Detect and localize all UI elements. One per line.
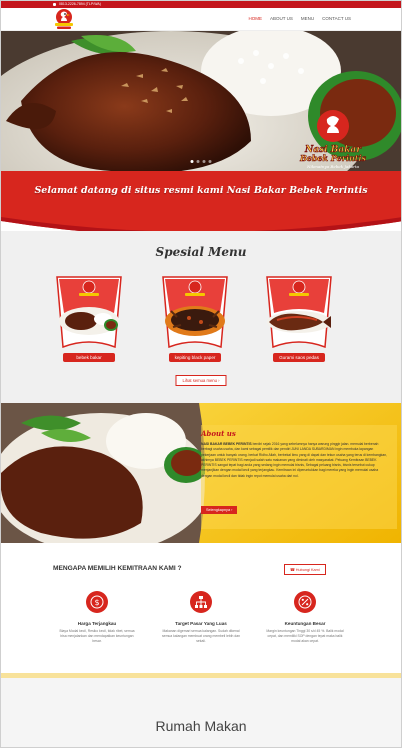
brand-logo[interactable] bbox=[53, 9, 75, 30]
see-all-label: Lihat semua menu bbox=[182, 378, 217, 383]
menu-card-kepiting-black-paper[interactable]: kepiting black paper bbox=[159, 273, 231, 363]
menu-label: bebek bakar bbox=[63, 353, 115, 362]
nav-about-us[interactable]: ABOUT US bbox=[270, 16, 293, 21]
why-section: MENGAPA MEMILIH KEMITRAAN KAMI ? ☎ Hubun… bbox=[1, 543, 401, 677]
read-more-button[interactable]: Selengkapnya › bbox=[201, 506, 238, 514]
special-menu-section: Spesial Menu bebek bakar kepiting black … bbox=[1, 231, 401, 403]
see-all-menu-button[interactable]: Lihat semua menu › bbox=[175, 375, 227, 386]
about-text: berdiri sejak 2016 yang sebelumnya hanya… bbox=[201, 442, 388, 478]
page: 0813-2226-7894 (TLP/WA) HOME ABOUT US ME… bbox=[0, 0, 402, 748]
menu-card-image bbox=[266, 276, 332, 349]
chevron-right-icon: › bbox=[231, 508, 233, 512]
hero-image: Nasi Bakar Bebek Perintis Nikmatnya Bebe… bbox=[1, 31, 401, 171]
feature-desc: Biaya Modal kecil, Resiko kecil, tidak r… bbox=[59, 629, 135, 643]
nav-home[interactable]: HOME bbox=[248, 16, 262, 21]
menu-label: Gurami saos pedas bbox=[273, 353, 325, 362]
topbar-phone: 0813-2226-7894 (TLP/WA) bbox=[58, 2, 101, 6]
restaurant-title: Rumah Makan bbox=[155, 718, 247, 734]
slider-dot-2[interactable] bbox=[196, 160, 200, 163]
about-body: NASI BAKAR BEBEK PERINTIS berdiri sejak … bbox=[201, 442, 389, 479]
about-section: About us NASI BAKAR BEBEK PERINTIS berdi… bbox=[1, 403, 401, 543]
about-content: About us NASI BAKAR BEBEK PERINTIS berdi… bbox=[201, 429, 397, 529]
menu-card-bebek-bakar[interactable]: bebek bakar bbox=[53, 273, 125, 363]
nav-contact-us[interactable]: CONTACT US bbox=[322, 16, 351, 21]
feature-wide-market: Target Pasar Yang Luas Makanan digemari … bbox=[161, 591, 241, 643]
svg-text:$: $ bbox=[94, 598, 99, 607]
contact-us-button[interactable]: ☎ Hubungi Kami bbox=[284, 564, 326, 575]
phone-icon bbox=[53, 2, 56, 6]
why-title: MENGAPA MEMILIH KEMITRAAN KAMI ? bbox=[53, 565, 182, 572]
menu-card-image bbox=[56, 276, 122, 349]
percent-icon bbox=[294, 591, 316, 613]
read-more-label: Selengkapnya bbox=[206, 508, 231, 512]
feature-big-profit: Keuntungan Besar Margin keuntungan Tingg… bbox=[265, 591, 345, 643]
chevron-right-icon: › bbox=[218, 378, 220, 383]
header: HOME ABOUT US MENU CONTACT US bbox=[1, 8, 401, 31]
menu-card-gurami-saos-pedas[interactable]: Gurami saos pedas bbox=[263, 273, 335, 363]
hero-brand-line2: Bebek Perintis bbox=[299, 153, 367, 163]
slider-dot-1[interactable] bbox=[190, 160, 194, 163]
menu-label: kepiting black paper bbox=[169, 353, 221, 362]
slider-dot-3[interactable] bbox=[202, 160, 206, 163]
feature-desc: Makanan digemari semua kalangan. Sudah d… bbox=[161, 629, 241, 643]
about-title: About us bbox=[201, 429, 236, 438]
hero-slider[interactable]: Nasi Bakar Bebek Perintis Nikmatnya Bebe… bbox=[1, 31, 401, 171]
nav-menu[interactable]: MENU bbox=[301, 16, 314, 21]
feature-title: Target Pasar Yang Luas bbox=[175, 621, 227, 626]
slider-dot-4[interactable] bbox=[208, 160, 212, 163]
feature-title: Keuntungan Besar bbox=[284, 621, 326, 626]
feature-desc: Margin keuntungan Tinggi 30 s/d 45 %. Ba… bbox=[266, 629, 344, 643]
feature-title: Harga Terjangkau bbox=[77, 621, 117, 626]
about-brand: NASI BAKAR BEBEK PERINTIS bbox=[201, 442, 252, 446]
network-icon bbox=[190, 591, 212, 613]
main-nav: HOME ABOUT US MENU CONTACT US bbox=[248, 16, 351, 21]
welcome-text: Selamat datang di situs resmi kami Nasi … bbox=[34, 185, 368, 196]
restaurant-section: Rumah Makan bbox=[1, 678, 401, 747]
slider-dots bbox=[190, 160, 212, 163]
menu-title: Spesial Menu bbox=[155, 245, 247, 259]
top-bar: 0813-2226-7894 (TLP/WA) bbox=[1, 1, 401, 8]
feature-affordable: $ Harga Terjangkau Biaya Modal kecil, Re… bbox=[57, 591, 137, 643]
hero-tagline: Nikmatnya Bebek Jakarta bbox=[306, 164, 360, 169]
menu-card-image bbox=[162, 276, 228, 349]
contact-us-label: Hubungi Kami bbox=[295, 568, 320, 572]
dollar-coin-icon: $ bbox=[86, 591, 108, 613]
